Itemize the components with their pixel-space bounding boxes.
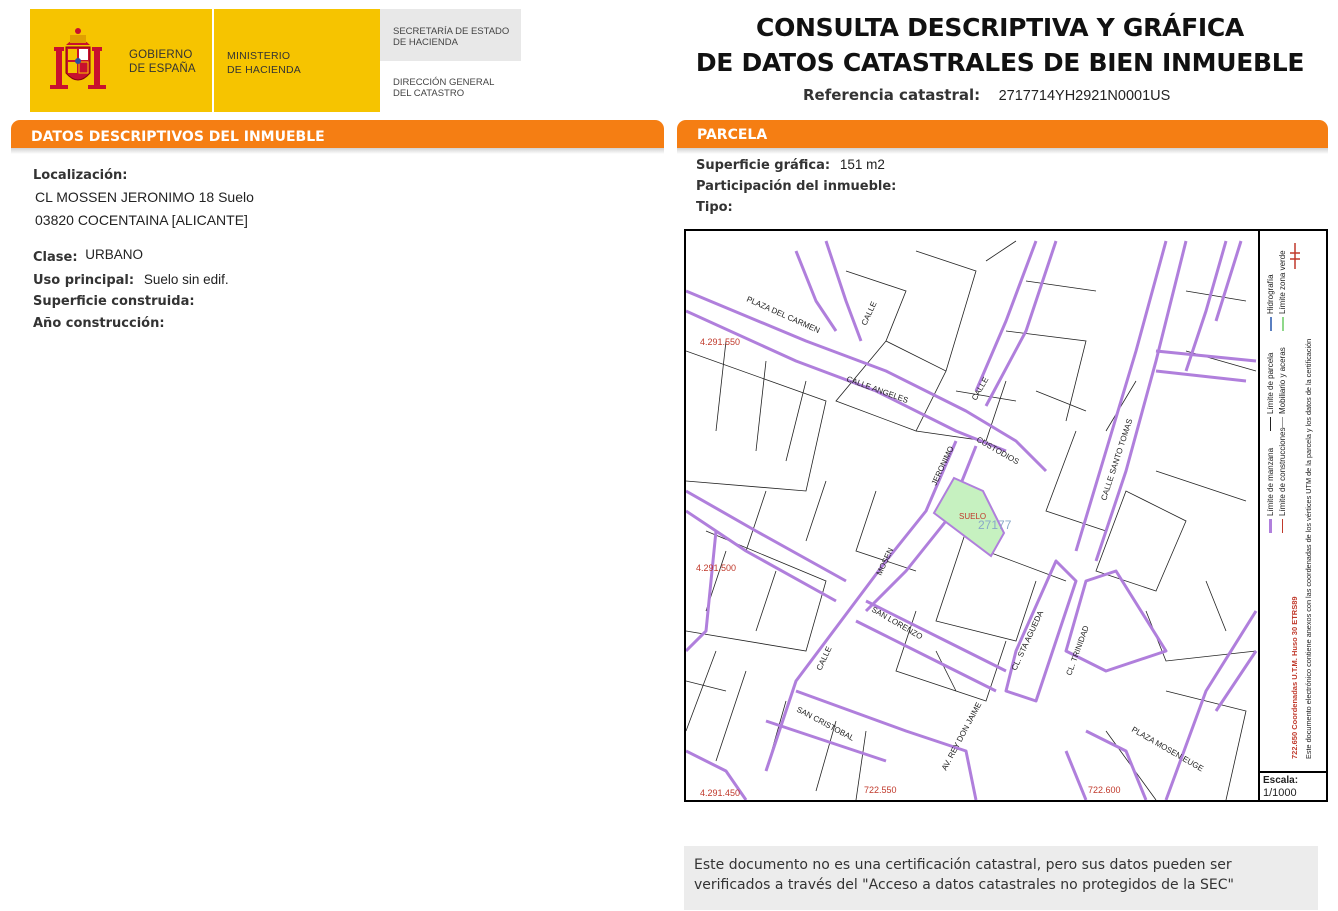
tipo-label: Tipo: xyxy=(696,199,733,215)
legend-hidrografia-swatch xyxy=(1269,317,1272,331)
title-line1: CONSULTA DESCRIPTIVA Y GRÁFICA xyxy=(756,13,1244,42)
map-legend: Límite de manzana Límite de construccion… xyxy=(1258,231,1326,800)
clase-row: Clase: URBANO xyxy=(33,247,144,265)
coat-of-arms-icon xyxy=(50,28,106,89)
descriptive-section-header: DATOS DESCRIPTIVOS DEL INMUEBLE xyxy=(11,120,664,148)
anio-construccion-text: Año construcción: xyxy=(33,316,165,331)
legend-construcciones: Límite de construcciones xyxy=(1278,427,1287,533)
ministry-name: MINISTERIO DE HACIENDA xyxy=(227,49,301,77)
legend-doc-note: Este documento electrónico contiene anex… xyxy=(1304,338,1313,759)
legend-hidrografia-text: Hidrografía xyxy=(1266,274,1275,314)
superficie-construida-label: Superficie construida: xyxy=(33,293,195,309)
tipo-text: Tipo: xyxy=(696,200,733,215)
north-arrow-icon xyxy=(1290,243,1300,269)
section-shadow xyxy=(677,148,1328,154)
legend-parcela-text: Límite de parcela xyxy=(1266,352,1275,414)
superficie-grafica-row: Superficie gráfica: 151 m2 xyxy=(696,157,885,173)
legend-manzana-text: Límite de manzana xyxy=(1266,447,1275,516)
address-line2: 03820 COCENTAINA [ALICANTE] xyxy=(35,212,248,228)
gov-line1: GOBIERNO xyxy=(129,49,193,61)
ref-value: 2717714YH2921N0001US xyxy=(998,88,1171,104)
cadastral-reference: Referencia catastral: 2717714YH2921N0001… xyxy=(803,86,1170,105)
min-line1: MINISTERIO xyxy=(227,50,291,62)
escala-value: 1/1000 xyxy=(1263,787,1297,799)
map-drawing[interactable]: SUELO 27177 4.291.550 4.291.500 4.291.45… xyxy=(686,231,1258,800)
sec-line2: DE HACIENDA xyxy=(393,37,458,48)
cadastral-map[interactable]: SUELO 27177 4.291.550 4.291.500 4.291.45… xyxy=(684,229,1328,802)
street-plaza-carmen: PLAZA DEL CARMEN xyxy=(745,295,821,336)
legend-zona-verde-text: Límite zona verde xyxy=(1278,250,1287,314)
disclaimer-note: Este documento no es una certificación c… xyxy=(684,846,1318,910)
scale-box: Escala: 1/1000 xyxy=(1260,771,1326,799)
clase-value: URBANO xyxy=(85,247,144,262)
legend-mobiliario: Mobiliario y aceras xyxy=(1278,347,1287,431)
parcela-section-header: PARCELA xyxy=(677,120,1328,148)
min-line2: DE HACIENDA xyxy=(227,64,301,76)
direccion-name: DIRECCIÓN GENERAL DEL CATASTRO xyxy=(393,77,494,99)
coord-y2: 4.291.500 xyxy=(696,563,736,573)
street-san-lorenzo: SAN LORENZO xyxy=(870,605,924,641)
legend-coords: 722.650 Coordenadas U.T.M. Huso 30 ETRS8… xyxy=(1290,596,1299,759)
page-title: CONSULTA DESCRIPTIVA Y GRÁFICA DE DATOS … xyxy=(680,10,1320,80)
legend-manzana: Límite de manzana xyxy=(1266,448,1275,533)
coord-x2: 722.600 xyxy=(1088,785,1121,795)
legend-mobiliario-swatch xyxy=(1282,417,1284,431)
legend-zona-verde-swatch xyxy=(1281,317,1284,331)
gov-line2: DE ESPAÑA xyxy=(129,63,196,75)
street-plaza-mosen: PLAZA MOSEN EUGE xyxy=(1130,725,1205,773)
superficie-grafica-label: Superficie gráfica: xyxy=(696,158,831,173)
coord-y3: 4.291.450 xyxy=(700,788,740,798)
legend-parcela-swatch xyxy=(1270,417,1272,431)
title-line2: DE DATOS CATASTRALES DE BIEN INMUEBLE xyxy=(695,48,1305,77)
street-calle-b: CALLE xyxy=(970,376,990,402)
gov-name: GOBIERNO DE ESPAÑA xyxy=(129,48,196,76)
legend-construcciones-text: Límite de construcciones xyxy=(1278,427,1287,517)
street-calle-a: CALLE xyxy=(860,300,879,327)
anio-construccion-label: Año construcción: xyxy=(33,315,165,331)
street-mosen: MOSEN xyxy=(875,546,896,577)
clase-label: Clase: xyxy=(33,250,78,265)
street-av-rey-don-jaime: AV. REY DON JAIME xyxy=(940,701,984,772)
legend-parcela: Límite de parcela xyxy=(1266,353,1275,431)
coord-x1: 722.550 xyxy=(864,785,897,795)
dir-line1: DIRECCIÓN GENERAL xyxy=(393,77,495,88)
participacion-text: Participación del inmueble: xyxy=(696,179,897,194)
logo-divider xyxy=(212,9,214,112)
localizacion-text: Localización: xyxy=(33,168,128,183)
parcela-section: PARCELA xyxy=(677,120,1328,154)
legend-hidrografia: Hidrografía xyxy=(1266,274,1275,331)
parcel-ref: 27177 xyxy=(978,518,1012,532)
street-calle-c: CALLE xyxy=(815,645,834,672)
superficie-grafica-value: 151 m2 xyxy=(839,157,885,172)
coord-y1: 4.291.550 xyxy=(700,337,740,347)
secretaria-name: SECRETARÍA DE ESTADO DE HACIENDA xyxy=(393,26,509,48)
legend-mobiliario-text: Mobiliario y aceras xyxy=(1278,347,1287,414)
government-logo-block: GOBIERNO DE ESPAÑA MINISTERIO DE HACIEND… xyxy=(30,9,380,112)
legend-manzana-swatch xyxy=(1269,519,1273,533)
uso-value: Suelo sin edif. xyxy=(143,272,229,287)
participacion-label: Participación del inmueble: xyxy=(696,178,896,194)
dir-line2: DEL CATASTRO xyxy=(393,88,465,99)
ref-label: Referencia catastral: xyxy=(803,86,981,104)
address-line1: CL MOSSEN JERONIMO 18 Suelo xyxy=(35,189,254,205)
localizacion-label: Localización: xyxy=(33,167,128,183)
descriptive-section: DATOS DESCRIPTIVOS DEL INMUEBLE xyxy=(11,120,664,154)
uso-row: Uso principal: Suelo sin edif. xyxy=(33,272,229,288)
uso-label: Uso principal: xyxy=(33,273,135,288)
legend-zona-verde: Límite zona verde xyxy=(1278,250,1287,331)
superficie-construida-text: Superficie construida: xyxy=(33,294,195,309)
legend-construcciones-swatch xyxy=(1282,519,1284,533)
escala-label: Escala: xyxy=(1263,775,1299,786)
sec-line1: SECRETARÍA DE ESTADO xyxy=(393,26,510,37)
street-cl-sta-agueda: CL. STA AGUEDA xyxy=(1010,609,1046,672)
street-cl-trinidad: CL. TRINIDAD xyxy=(1064,624,1090,676)
